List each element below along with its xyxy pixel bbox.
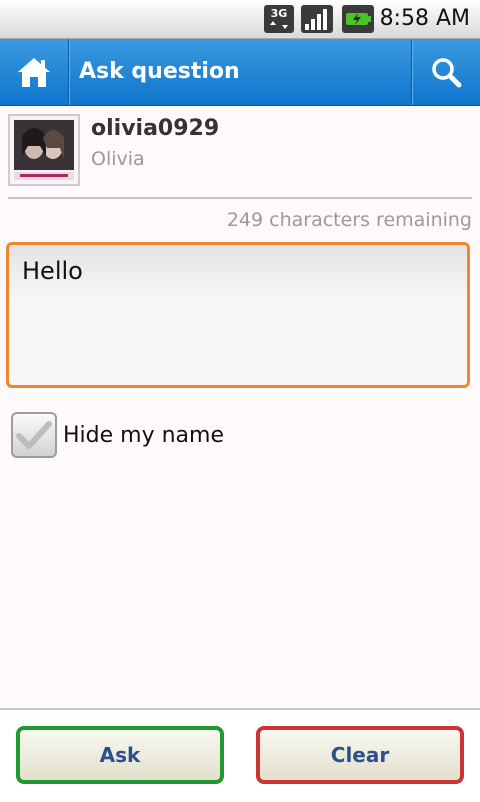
title-separator-left [68, 39, 69, 105]
question-input[interactable]: Hello [6, 242, 470, 388]
avatar-photo [10, 116, 78, 184]
display-name: Olivia [91, 148, 145, 170]
search-button[interactable] [412, 39, 480, 105]
profile-divider [8, 197, 472, 199]
checkmark-icon [16, 421, 52, 449]
hide-name-checkbox[interactable] [11, 412, 57, 458]
home-button[interactable] [0, 39, 68, 105]
home-icon [18, 58, 50, 87]
characters-remaining: 249 characters remaining [226, 209, 472, 231]
page-title: Ask question [79, 59, 240, 84]
avatar [8, 114, 80, 186]
signal-strength-icon [301, 5, 333, 33]
username: olivia0929 [91, 116, 220, 141]
hide-name-label: Hide my name [63, 423, 224, 448]
status-bar: 3G 8:58 AM [0, 0, 480, 39]
ask-button[interactable]: Ask [16, 726, 224, 784]
3g-data-icon: 3G [264, 5, 294, 33]
status-time: 8:58 AM [379, 6, 470, 31]
title-bar: Ask question [0, 39, 480, 106]
battery-icon [342, 5, 374, 33]
network-type-label: 3G [271, 7, 288, 20]
clear-button[interactable]: Clear [256, 726, 464, 784]
search-icon [432, 58, 462, 88]
